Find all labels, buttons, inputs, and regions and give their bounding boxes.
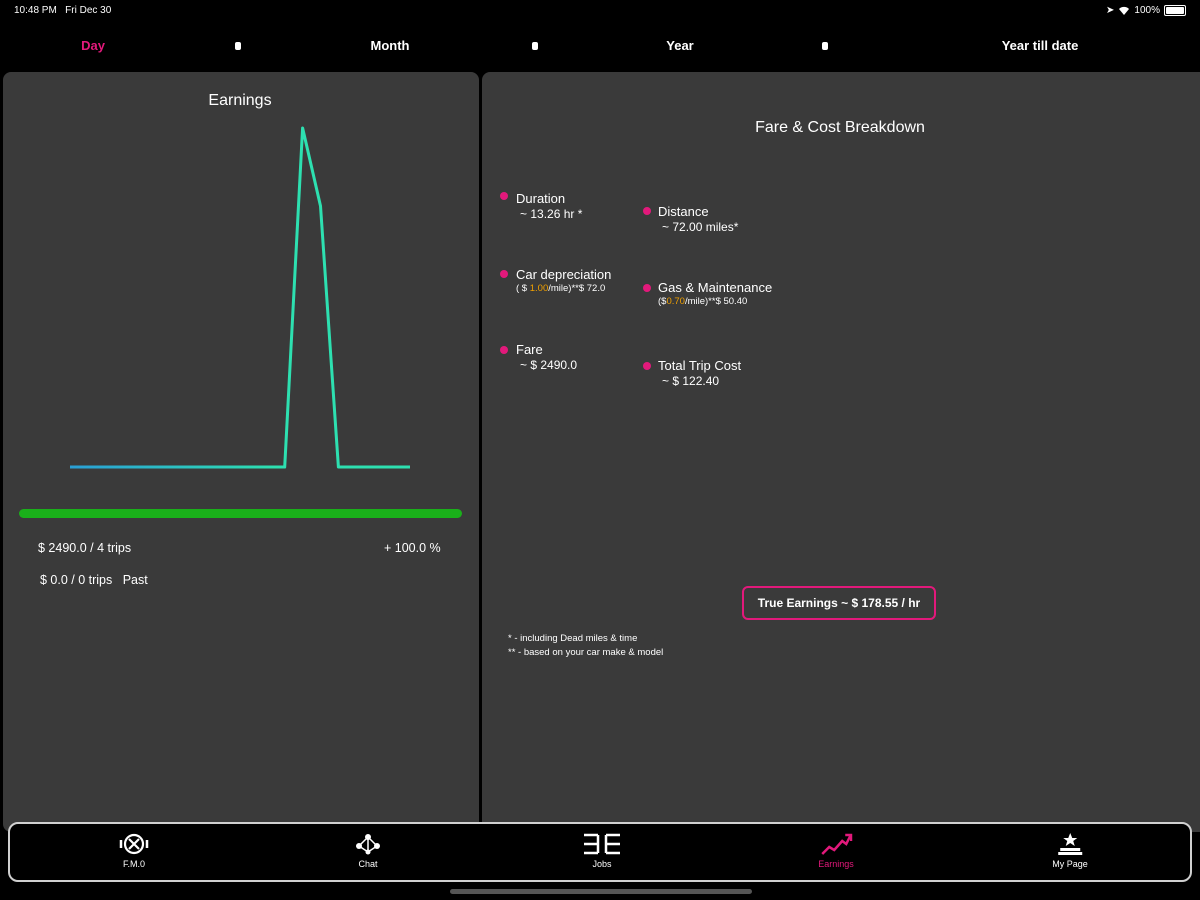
past-earnings-value: $ 0.0 / 0 trips	[40, 573, 113, 587]
wifi-icon	[1119, 6, 1130, 15]
gas-maintenance-label: Gas & Maintenance	[658, 280, 773, 295]
past-label: Past	[122, 573, 148, 587]
nav-label-my-page: My Page	[1052, 859, 1088, 869]
fare-bullet	[500, 346, 508, 354]
status-time-date: 10:48 PM Fri Dec 30	[14, 5, 111, 16]
breakdown-title: Fare & Cost Breakdown	[755, 119, 925, 136]
earnings-title: Earnings	[208, 92, 272, 109]
distance-bullet	[643, 207, 651, 215]
current-earnings-summary: $ 2490.0 / 4 trips	[38, 541, 132, 555]
duration-value: ~ 13.26 hr *	[520, 207, 583, 221]
nav-item-my-page[interactable]: My Page	[1052, 832, 1088, 869]
earnings-change-percent: + 100.0 %	[384, 541, 441, 555]
status-date: Fri Dec 30	[65, 5, 112, 16]
total-trip-cost-label: Total Trip Cost	[658, 358, 742, 373]
past-earnings-summary: $ 0.0 / 0 trips Past	[40, 573, 148, 587]
tab-separator	[235, 42, 241, 50]
period-tabs: Day Month Year Year till date	[0, 34, 1200, 58]
car-depreciation-suffix: /mile)**$ 72.0	[548, 283, 606, 294]
tab-day[interactable]: Day	[81, 38, 105, 53]
nav-label-jobs: Jobs	[592, 859, 612, 869]
tab-year[interactable]: Year	[666, 38, 693, 53]
status-time: 10:48 PM	[14, 5, 57, 16]
nav-label-earnings: Earnings	[818, 859, 854, 869]
fare-label: Fare	[516, 342, 543, 357]
gas-maintenance-rate: 0.70	[666, 296, 685, 307]
home-indicator	[450, 889, 752, 894]
car-depreciation-label: Car depreciation	[516, 267, 612, 282]
status-bar: 10:48 PM Fri Dec 30 ➤ 100%	[0, 0, 1200, 22]
location-icon: ➤	[1106, 5, 1115, 16]
car-depreciation-bullet	[500, 270, 508, 278]
earnings-icon	[821, 833, 852, 855]
fmo-icon	[119, 833, 149, 855]
car-depreciation-prefix: ( $	[516, 283, 530, 294]
earnings-series-line	[70, 126, 410, 469]
nav-item-jobs[interactable]: Jobs	[582, 832, 622, 869]
earnings-progress-bar	[19, 509, 462, 518]
car-depreciation-rate: 1.00	[529, 283, 549, 294]
gas-maintenance-suffix: /mile)**$ 50.40	[684, 296, 748, 307]
tab-separator	[822, 42, 828, 50]
my-page-icon	[1058, 833, 1082, 855]
nav-label-chat: Chat	[358, 859, 378, 869]
nav-item-earnings[interactable]: Earnings	[818, 832, 854, 869]
tab-month[interactable]: Month	[371, 38, 410, 53]
car-depreciation-value: ( $ 1.00/mile)**$ 72.0	[516, 283, 605, 294]
footnote-dead-miles: * - including Dead miles & time	[508, 633, 638, 644]
nav-item-chat[interactable]: Chat	[352, 832, 384, 869]
jobs-icon	[584, 833, 620, 855]
status-indicators: ➤ 100%	[1106, 5, 1186, 16]
distance-label: Distance	[658, 204, 709, 219]
earnings-line-chart	[70, 126, 410, 469]
gas-maintenance-bullet	[643, 284, 651, 292]
total-trip-cost-bullet	[643, 362, 651, 370]
footnote-car-model: ** - based on your car make & model	[508, 647, 664, 658]
duration-label: Duration	[516, 191, 566, 206]
tab-separator	[532, 42, 538, 50]
true-earnings-box: True Earnings ~ $ 178.55 / hr	[742, 586, 936, 620]
nav-item-fmo[interactable]: F.M.0	[118, 832, 150, 869]
battery-percent: 100%	[1134, 5, 1160, 16]
nav-label-fmo: F.M.0	[122, 859, 145, 869]
total-trip-cost-value: ~ $ 122.40	[662, 374, 720, 388]
breakdown-panel	[482, 72, 1200, 832]
bottom-navigation-bar: F.M.0 Chat Jobs Earnings My Page	[8, 822, 1192, 882]
duration-bullet	[500, 192, 508, 200]
chat-icon	[356, 834, 380, 855]
fare-value: ~ $ 2490.0	[520, 358, 578, 372]
battery-icon	[1164, 5, 1186, 16]
distance-value: ~ 72.00 miles*	[662, 220, 739, 234]
gas-maintenance-value: ($0.70/mile)**$ 50.40	[658, 296, 747, 307]
tab-year-till-date[interactable]: Year till date	[1002, 38, 1079, 53]
